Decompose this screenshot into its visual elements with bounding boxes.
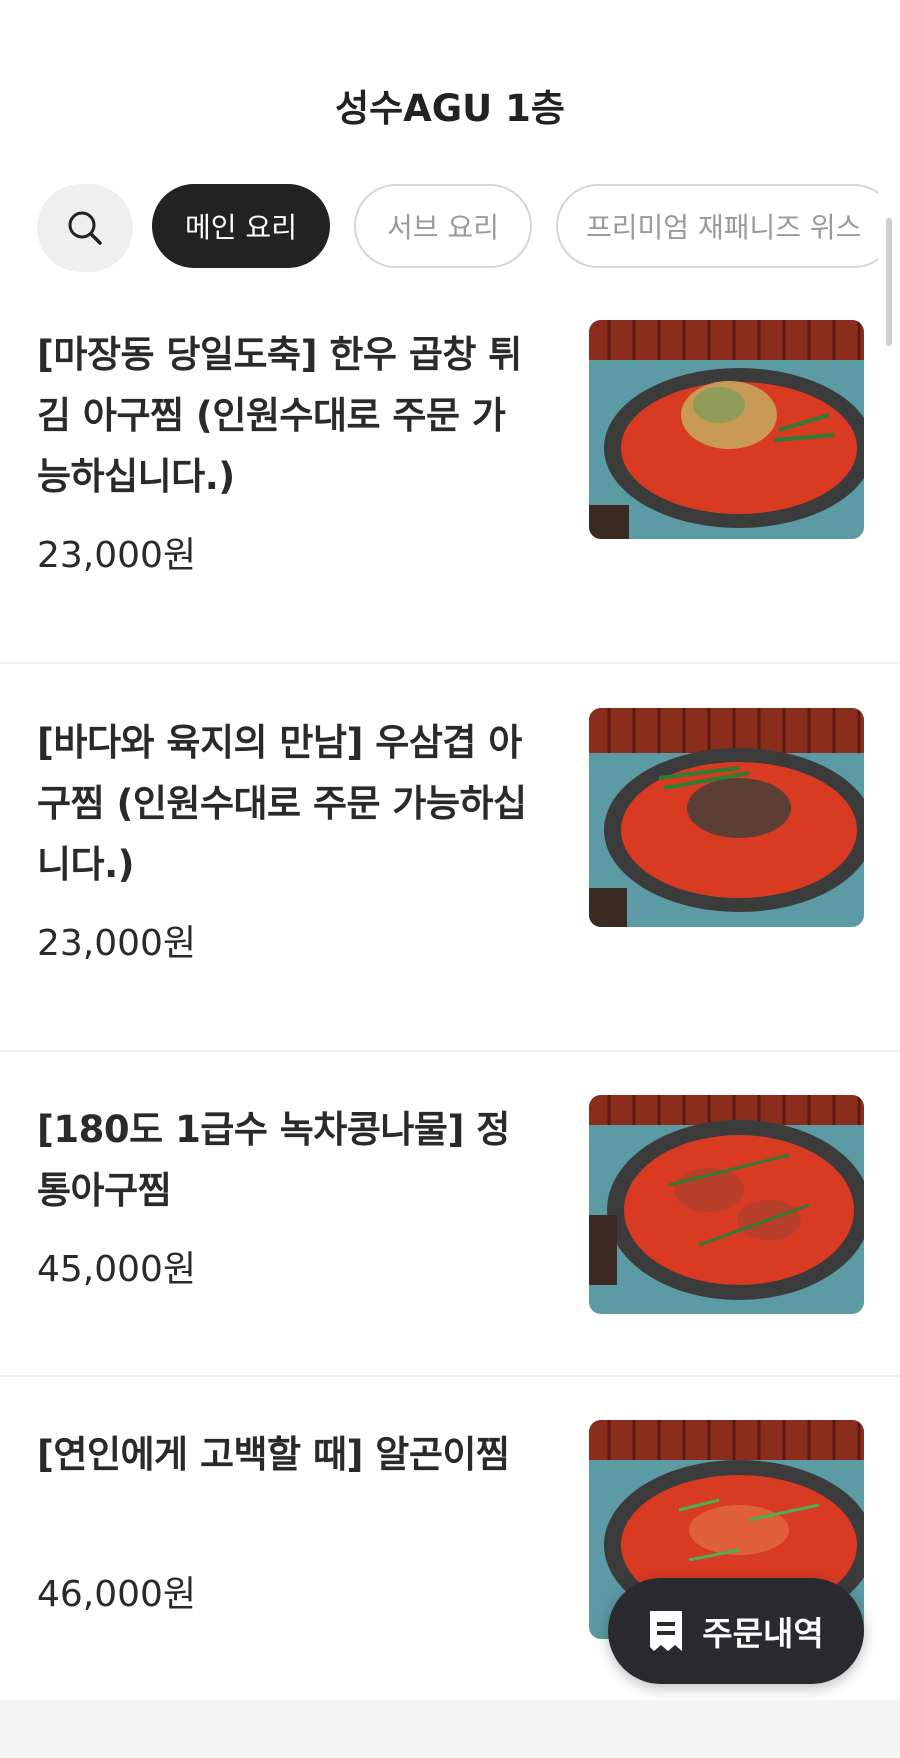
menu-item-name: [마장동 당일도축] 한우 곱창 튀김 아구찜 (인원수대로 주문 가능하십니다… bbox=[37, 333, 522, 498]
divider bbox=[0, 662, 900, 664]
menu-item-price: 46,000원 bbox=[37, 1574, 197, 1615]
receipt-icon bbox=[650, 1611, 683, 1651]
menu-item-price: 45,000원 bbox=[37, 1249, 197, 1290]
menu-item[interactable]: [바다와 육지의 만남] 우삼겹 아구찜 (인원수대로 주문 가능하십니다.) … bbox=[0, 688, 900, 1050]
tab-premium-whisky[interactable]: 프리미엄 재패니즈 위스 bbox=[556, 184, 878, 268]
menu-item-name: [바다와 육지의 만남] 우삼겹 아구찜 (인원수대로 주문 가능하십니다.) bbox=[37, 721, 527, 886]
bottom-bar bbox=[0, 1700, 900, 1758]
tab-main-dishes[interactable]: 메인 요리 bbox=[152, 184, 330, 268]
tab-side-dishes[interactable]: 서브 요리 bbox=[354, 184, 532, 268]
header: 성수AGU 1층 bbox=[0, 0, 900, 180]
menu-item-photo bbox=[589, 708, 864, 927]
divider bbox=[0, 1375, 900, 1377]
page-title: 성수AGU 1층 bbox=[335, 87, 565, 130]
menu-item-name: [연인에게 고백할 때] 알곤이찜 bbox=[37, 1433, 510, 1476]
divider bbox=[0, 1050, 900, 1052]
search-icon bbox=[68, 211, 102, 245]
menu-item[interactable]: [180도 1급수 녹차콩나물] 정통아구찜 45,000원 bbox=[0, 1075, 900, 1375]
menu-item-price: 23,000원 bbox=[37, 535, 197, 576]
order-history-button[interactable]: 주문내역 bbox=[608, 1578, 864, 1684]
menu-item-photo bbox=[589, 320, 864, 539]
order-history-label: 주문내역 bbox=[702, 1614, 824, 1653]
menu-item-photo bbox=[589, 1095, 864, 1314]
menu-item-name: [180도 1급수 녹차콩나물] 정통아구찜 bbox=[37, 1108, 510, 1212]
category-tabs: 메인 요리 서브 요리 프리미엄 재패니즈 위스 bbox=[0, 182, 878, 274]
menu-item[interactable]: [마장동 당일도축] 한우 곱창 튀김 아구찜 (인원수대로 주문 가능하십니다… bbox=[0, 300, 900, 662]
menu-item-price: 23,000원 bbox=[37, 923, 197, 964]
search-button[interactable] bbox=[37, 184, 133, 272]
